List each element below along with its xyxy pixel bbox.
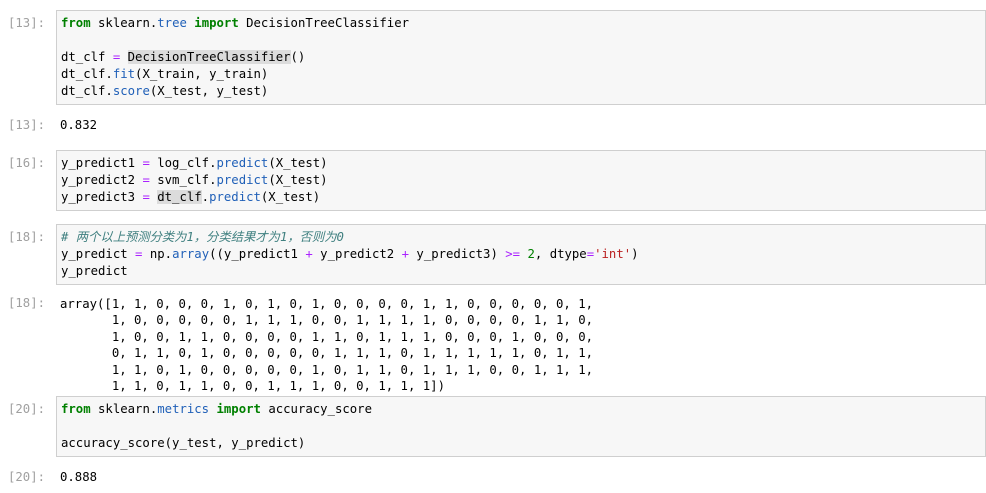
code-token: = [142, 190, 150, 204]
code-token: . [201, 190, 210, 204]
code-token: dt_clf. [61, 67, 113, 81]
code-token: , dtype [534, 247, 587, 261]
code-token: y_predict [61, 264, 128, 278]
code-token: import [216, 402, 261, 416]
code-line: y_predict [61, 263, 981, 280]
code-token: (X_train, y_train) [135, 67, 269, 81]
code-token: from [61, 402, 91, 416]
code-token: DecisionTreeClassifier [127, 50, 291, 64]
code-token: 'int' [594, 247, 632, 261]
code-token: import [194, 16, 239, 30]
code-token: = [142, 156, 150, 170]
input-prompt: [20]: [8, 402, 46, 416]
code-token: (X_test, y_test) [149, 84, 269, 98]
code-token: sklearn. [90, 16, 158, 30]
code-line: y_predict2 = svm_clf.predict(X_test) [61, 172, 981, 189]
code-token: >= [505, 247, 521, 261]
code-line: y_predict3 = dt_clf.predict(X_test) [61, 189, 981, 206]
code-token: predict [216, 156, 269, 170]
code-editor[interactable]: # 两个以上预测分类为1，分类结果才为1，否则为0 y_predict = np.… [56, 224, 986, 285]
cell-output: array([1, 1, 0, 0, 0, 1, 0, 1, 0, 1, 0, … [60, 297, 594, 394]
input-prompt: [13]: [8, 16, 46, 30]
code-token: = [586, 247, 595, 261]
input-prompt: [18]: [8, 230, 46, 244]
code-token: sklearn. [90, 402, 158, 416]
code-token: dt_clf [157, 190, 202, 204]
code-editor[interactable]: from sklearn.tree import DecisionTreeCla… [56, 10, 986, 105]
code-token: fit [112, 67, 136, 81]
code-line: dt_clf.score(X_test, y_test) [61, 83, 981, 100]
code-token: predict [216, 173, 269, 187]
code-token: accuracy_score(y_test, y_predict) [61, 436, 306, 450]
code-token: from [61, 16, 91, 30]
code-token: = [142, 173, 150, 187]
code-token: () [290, 50, 306, 64]
code-token: # 两个以上预测分类为1，分类结果才为1，否则为0 [61, 230, 344, 244]
cell-output: 0.832 [60, 118, 98, 132]
code-token: score [112, 84, 150, 98]
code-token: dt_clf. [61, 84, 113, 98]
code-token: y_predict2 [312, 247, 402, 261]
code-token: svm_clf. [149, 173, 217, 187]
input-prompt: [16]: [8, 156, 46, 170]
code-line: from sklearn.tree import DecisionTreeCla… [61, 15, 981, 32]
code-token: y_predict1 [61, 156, 143, 170]
code-token: y_predict3 [61, 190, 143, 204]
output-prompt: [18]: [8, 296, 46, 310]
code-token: y_predict2 [61, 173, 143, 187]
code-token: ) [631, 247, 639, 261]
output-prompt: [13]: [8, 118, 46, 132]
code-token: predict [209, 190, 261, 204]
code-token: accuracy_score [260, 402, 372, 416]
code-line: from sklearn.metrics import accuracy_sco… [61, 401, 981, 418]
code-line: dt_clf = DecisionTreeClassifier() [61, 49, 981, 66]
code-token: DecisionTreeClassifier [238, 16, 409, 30]
code-editor[interactable]: from sklearn.metrics import accuracy_sco… [56, 396, 986, 457]
code-token: ((y_predict1 [209, 247, 306, 261]
code-token: + [401, 247, 410, 261]
code-token: (X_test) [260, 190, 321, 204]
code-token: array [172, 247, 210, 261]
code-token: metrics [157, 402, 210, 416]
code-token: (X_test) [268, 173, 328, 187]
code-line: dt_clf.fit(X_train, y_train) [61, 66, 981, 83]
code-line: y_predict1 = log_clf.predict(X_test) [61, 155, 981, 172]
code-token: dt_clf [61, 50, 113, 64]
code-token: tree [157, 16, 187, 30]
code-token: 2 [527, 247, 535, 261]
code-line: accuracy_score(y_test, y_predict) [61, 435, 981, 452]
code-token: y_predict3) [409, 247, 506, 261]
code-token: np. [142, 247, 173, 261]
code-token: + [305, 247, 313, 261]
code-token: (X_test) [268, 156, 328, 170]
code-line: # 两个以上预测分类为1，分类结果才为1，否则为0 [61, 229, 981, 246]
cell-output: 0.888 [60, 470, 98, 484]
code-editor[interactable]: y_predict1 = log_clf.predict(X_test) y_pr… [56, 150, 986, 211]
code-line: y_predict = np.array((y_predict1 + y_pre… [61, 246, 981, 263]
output-prompt: [20]: [8, 470, 46, 484]
code-token: log_clf. [149, 156, 217, 170]
code-token: y_predict [61, 247, 136, 261]
